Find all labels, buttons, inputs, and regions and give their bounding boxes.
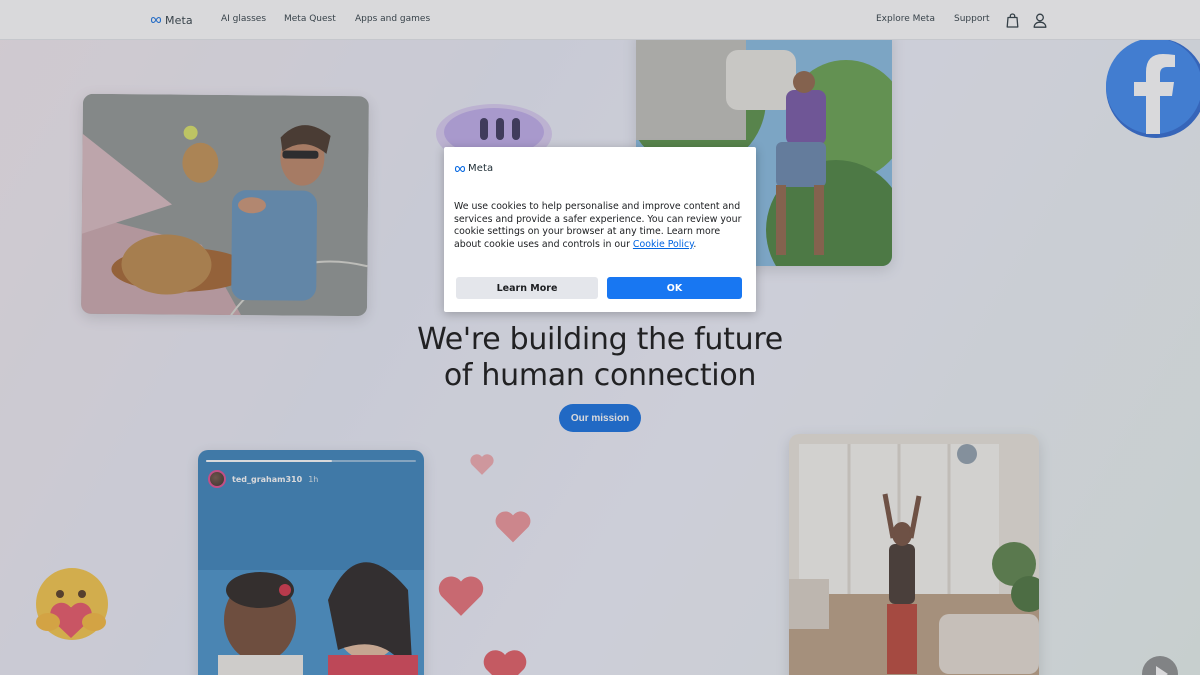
cookie-policy-link[interactable]: Cookie Policy bbox=[633, 239, 693, 250]
cookie-notice-text: We use cookies to help personalise and i… bbox=[454, 201, 746, 251]
cookie-notice-end: . bbox=[693, 238, 697, 250]
ok-button[interactable]: OK bbox=[607, 277, 742, 299]
cookie-consent-dialog: Meta We use cookies to help personalise … bbox=[444, 147, 756, 312]
cookie-notice-body: We use cookies to help personalise and i… bbox=[454, 201, 742, 250]
meta-infinity-icon bbox=[454, 165, 466, 172]
modal-overlay[interactable] bbox=[0, 0, 1200, 675]
dialog-meta-logo: Meta bbox=[454, 163, 493, 174]
dialog-logo-text: Meta bbox=[468, 163, 494, 174]
learn-more-button[interactable]: Learn More bbox=[456, 277, 598, 299]
